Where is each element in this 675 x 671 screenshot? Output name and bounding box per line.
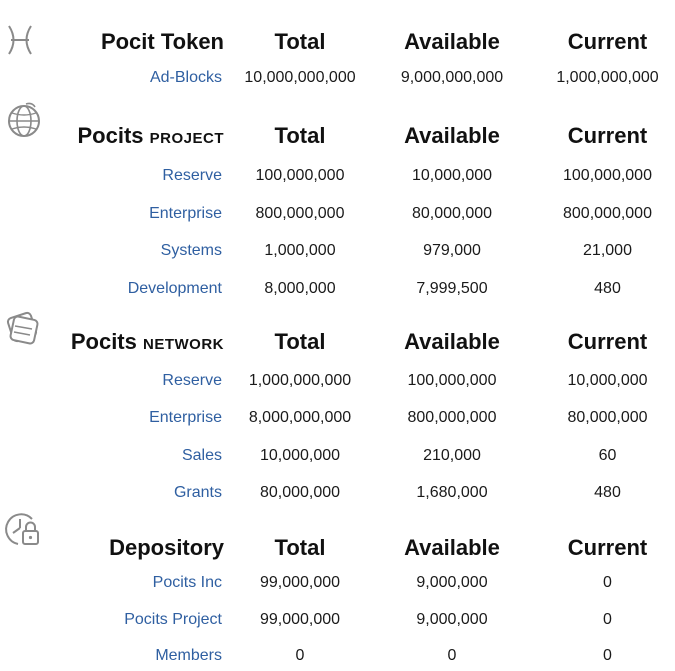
available-value: 1,680,000 [416, 484, 488, 501]
available-value: 9,000,000 [416, 611, 488, 628]
column-header-total: Total [274, 29, 326, 54]
table-row: Sales 10,000,000 210,000 60 [0, 441, 675, 471]
current-value: 0 [603, 647, 612, 664]
column-header-current: Current [567, 535, 648, 560]
section-header-row: Pocit Token Total Available Current [0, 27, 675, 57]
current-value: 800,000,000 [563, 205, 652, 222]
column-header-total: Total [274, 123, 326, 148]
table-row: Development 8,000,000 7,999,500 480 [0, 274, 675, 304]
table-row: Reserve 100,000,000 10,000,000 100,000,0… [0, 161, 675, 191]
row-label-link[interactable]: Members [40, 641, 222, 671]
row-label-link[interactable]: Enterprise [40, 403, 222, 433]
column-header-current: Current [567, 123, 648, 148]
row-label-link[interactable]: Enterprise [40, 199, 222, 229]
total-value: 1,000,000,000 [248, 372, 352, 389]
available-value: 7,999,500 [416, 280, 488, 297]
available-value: 0 [447, 647, 457, 664]
available-value: 979,000 [423, 242, 481, 259]
available-value: 80,000,000 [411, 205, 493, 222]
total-value: 99,000,000 [259, 574, 341, 591]
table-row: Systems 1,000,000 979,000 21,000 [0, 236, 675, 266]
table-row: Pocits Project 99,000,000 9,000,000 0 [0, 605, 675, 635]
row-label-link[interactable]: Systems [40, 236, 222, 266]
total-value: 100,000,000 [255, 167, 345, 184]
section-header-row: Pocits NETWORK Total Available Current [0, 327, 675, 357]
section-header-row: Pocits PROJECT Total Available Current [0, 121, 675, 151]
available-value: 800,000,000 [407, 409, 497, 426]
section-title: Pocit Token [100, 29, 224, 54]
column-header-current: Current [567, 29, 648, 54]
table-row: Enterprise 800,000,000 80,000,000 800,00… [0, 199, 675, 229]
column-header-total: Total [274, 329, 326, 354]
section-header-row: Depository Total Available Current [0, 533, 675, 563]
row-label-link[interactable]: Reserve [40, 366, 222, 396]
current-value: 100,000,000 [563, 167, 652, 184]
current-value: 0 [603, 574, 612, 591]
available-value: 100,000,000 [407, 372, 497, 389]
row-label-link[interactable]: Development [40, 274, 222, 304]
available-value: 9,000,000 [416, 574, 488, 591]
current-value: 480 [594, 280, 621, 297]
table-row: Reserve 1,000,000,000 100,000,000 10,000… [0, 366, 675, 396]
total-value: 99,000,000 [259, 611, 341, 628]
total-value: 10,000,000,000 [244, 69, 356, 86]
row-label-link[interactable]: Grants [40, 478, 222, 508]
column-header-available: Available [404, 535, 500, 560]
current-value: 0 [603, 611, 612, 628]
total-value: 800,000,000 [255, 205, 345, 222]
column-header-available: Available [404, 123, 500, 148]
total-value: 8,000,000 [264, 280, 336, 297]
section-title: Depository [109, 535, 224, 560]
section-title: Pocits NETWORK [70, 329, 224, 354]
current-value: 10,000,000 [567, 372, 648, 389]
available-value: 210,000 [423, 447, 481, 464]
table-row: Ad-Blocks 10,000,000,000 9,000,000,000 1… [0, 63, 675, 93]
section-title: Pocits PROJECT [77, 123, 224, 148]
column-header-current: Current [567, 329, 648, 354]
row-label-link[interactable]: Reserve [40, 161, 222, 191]
total-value: 8,000,000,000 [248, 409, 352, 426]
current-value: 60 [598, 447, 617, 464]
current-value: 1,000,000,000 [556, 69, 659, 86]
table-row: Grants 80,000,000 1,680,000 480 [0, 478, 675, 508]
available-value: 9,000,000,000 [400, 69, 504, 86]
row-label-link[interactable]: Pocits Project [40, 605, 222, 635]
row-label-link[interactable]: Ad-Blocks [40, 63, 222, 93]
current-value: 480 [594, 484, 621, 501]
total-value: 10,000,000 [259, 447, 341, 464]
column-header-available: Available [404, 29, 500, 54]
total-value: 80,000,000 [259, 484, 341, 501]
available-value: 10,000,000 [411, 167, 493, 184]
column-header-total: Total [274, 535, 326, 560]
current-value: 21,000 [583, 242, 632, 259]
total-value: 0 [295, 647, 305, 664]
total-value: 1,000,000 [264, 242, 336, 259]
table-row: Pocits Inc 99,000,000 9,000,000 0 [0, 568, 675, 598]
table-row: Enterprise 8,000,000,000 800,000,000 80,… [0, 403, 675, 433]
current-value: 80,000,000 [567, 409, 648, 426]
column-header-available: Available [404, 329, 500, 354]
row-label-link[interactable]: Sales [40, 441, 222, 471]
table-row: Members 0 0 0 [0, 641, 675, 671]
row-label-link[interactable]: Pocits Inc [40, 568, 222, 598]
